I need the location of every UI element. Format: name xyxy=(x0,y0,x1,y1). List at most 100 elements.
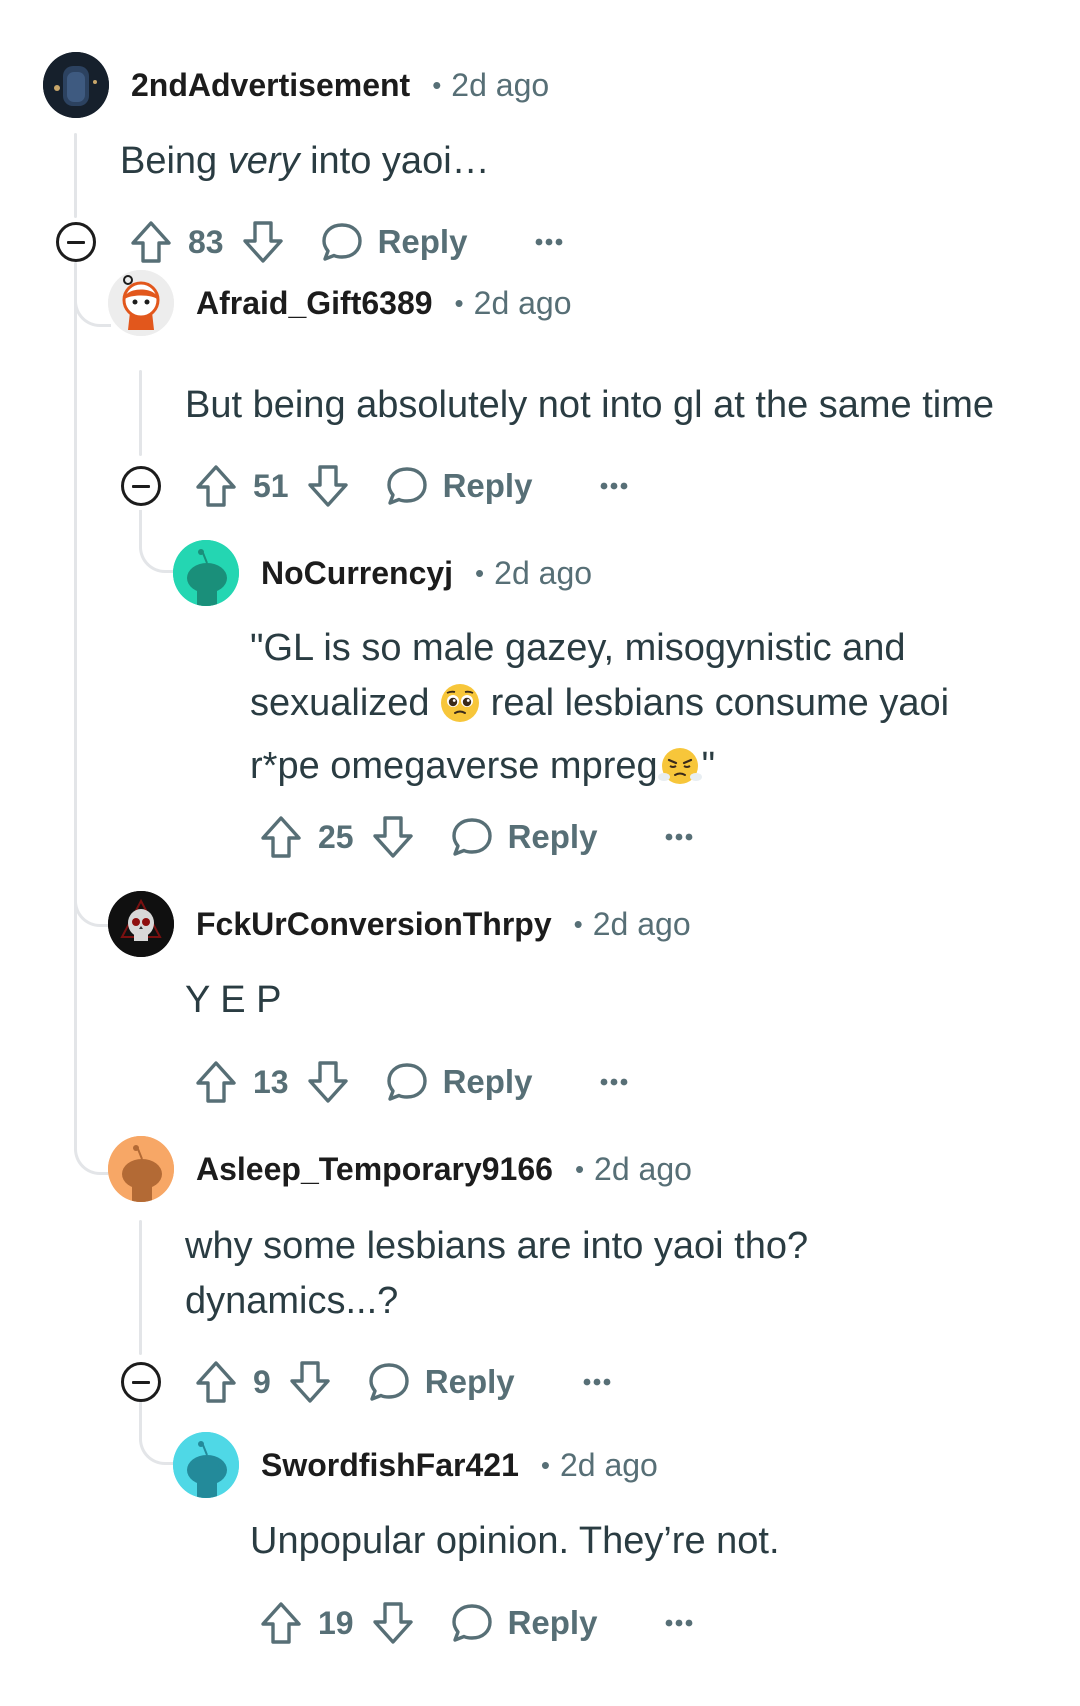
vote-count: 51 xyxy=(253,467,289,504)
reply-button[interactable]: Reply xyxy=(450,1602,597,1644)
comment-body: Y E P xyxy=(185,979,282,1021)
comment-body: why some lesbians are into yaoi tho? dyn… xyxy=(185,1219,808,1329)
comment-actions: 83 Reply xyxy=(130,217,563,267)
comment-age: 2d ago xyxy=(559,1446,658,1483)
upvote-arrow-icon[interactable] xyxy=(195,1360,237,1404)
comment-age: 2d ago xyxy=(451,66,550,103)
meta-separator: • xyxy=(432,69,442,100)
skull-avatar-image xyxy=(108,891,174,957)
comment-actions: 13 Reply xyxy=(195,1057,628,1107)
vote-count: 13 xyxy=(253,1063,289,1100)
comment-actions: 25 Reply xyxy=(260,812,693,862)
avatar-image xyxy=(108,270,174,336)
comment-header: NoCurrencyj • 2d ago xyxy=(173,540,592,606)
vote-count: 83 xyxy=(188,223,224,260)
upvote-arrow-icon[interactable] xyxy=(130,220,172,264)
comment-header: Asleep_Temporary9166 • 2d ago xyxy=(108,1136,692,1202)
comment-actions: 9 Reply xyxy=(195,1357,611,1407)
comment-text: Being xyxy=(120,140,228,182)
avatar[interactable] xyxy=(173,1432,239,1498)
reply-button[interactable]: Reply xyxy=(367,1361,515,1403)
comment-header: Afraid_Gift6389 • 2d ago xyxy=(108,270,572,336)
comment-body: Unpopular opinion. They’re not. xyxy=(250,1520,780,1562)
comment-header: FckUrConversionThrpy • 2d ago xyxy=(108,891,691,957)
thread-line-level2 xyxy=(139,1220,142,1355)
reply-label: Reply xyxy=(442,467,533,504)
pleading-face-emoji xyxy=(440,683,480,739)
avatar[interactable] xyxy=(173,540,239,606)
collapse-minus-icon[interactable] xyxy=(56,222,96,262)
reply-button[interactable]: Reply xyxy=(385,1061,533,1103)
thread-elbow xyxy=(139,510,176,573)
speech-bubble-icon xyxy=(321,223,362,261)
downvote-arrow-icon[interactable] xyxy=(289,1360,331,1404)
meta-separator: • xyxy=(540,1449,550,1480)
speech-bubble-icon xyxy=(386,467,427,505)
avatar[interactable] xyxy=(108,891,174,957)
comment-line: sexualized real lesbians consume yaoi xyxy=(250,676,949,739)
comment-line: why some lesbians are into yaoi tho? xyxy=(185,1225,809,1267)
upvote-arrow-icon[interactable] xyxy=(195,464,237,508)
thread-elbow xyxy=(74,890,111,927)
comment-text-emphasis: very xyxy=(227,140,300,182)
username[interactable]: SwordfishFar421 xyxy=(261,1447,519,1484)
comment-line: dynamics...? xyxy=(185,1280,399,1322)
reply-label: Reply xyxy=(377,223,468,260)
face-with-steam-emoji xyxy=(657,746,702,802)
comment-text: " xyxy=(701,745,716,787)
reply-button[interactable]: Reply xyxy=(385,465,533,507)
comment-text: sexualized xyxy=(250,682,441,724)
comment-age: 2d ago xyxy=(494,554,593,591)
downvote-arrow-icon[interactable] xyxy=(372,1601,414,1645)
reply-button[interactable]: Reply xyxy=(450,816,597,858)
username[interactable]: Afraid_Gift6389 xyxy=(196,285,433,322)
avatar-image xyxy=(43,52,109,118)
upvote-arrow-icon[interactable] xyxy=(260,815,302,859)
reply-button[interactable]: Reply xyxy=(320,221,468,263)
downvote-arrow-icon[interactable] xyxy=(307,464,349,508)
avatar[interactable] xyxy=(108,1136,174,1202)
meta-separator: • xyxy=(475,557,485,588)
avatar[interactable] xyxy=(43,52,109,118)
ellipsis-icon[interactable] xyxy=(600,482,628,490)
comment-body: Being very into yaoi… xyxy=(120,134,490,189)
comment-age: 2d ago xyxy=(594,1150,692,1187)
downvote-arrow-icon[interactable] xyxy=(372,815,414,859)
thread-elbow xyxy=(139,1400,176,1465)
speech-bubble-icon xyxy=(369,1363,409,1401)
upvote-arrow-icon[interactable] xyxy=(260,1601,302,1645)
speech-bubble-icon xyxy=(451,818,492,856)
username[interactable]: FckUrConversionThrpy xyxy=(196,906,552,943)
upvote-arrow-icon[interactable] xyxy=(195,1060,237,1104)
ellipsis-icon[interactable] xyxy=(535,238,563,246)
snoo-avatar-icon xyxy=(173,1432,239,1498)
comment-body: But being absolutely not into gl at the … xyxy=(185,384,995,426)
reply-label: Reply xyxy=(442,1063,533,1100)
collapse-minus-icon[interactable] xyxy=(121,1362,161,1402)
ellipsis-icon[interactable] xyxy=(665,833,693,841)
username[interactable]: NoCurrencyj xyxy=(261,555,453,592)
comment-age: 2d ago xyxy=(592,905,691,942)
snoo-avatar-icon xyxy=(173,540,239,606)
meta-separator: • xyxy=(574,1153,585,1184)
thread-line-level1 xyxy=(74,262,77,1122)
ellipsis-icon[interactable] xyxy=(600,1078,628,1086)
vote-count: 19 xyxy=(318,1604,354,1641)
avatar[interactable] xyxy=(108,270,174,336)
comment-line: "GL is so male gazey, misogynistic and xyxy=(250,627,906,669)
username[interactable]: Asleep_Temporary9166 xyxy=(196,1151,553,1188)
comment-age: 2d ago xyxy=(473,284,572,321)
username[interactable]: 2ndAdvertisement xyxy=(131,67,410,104)
comment-body: "GL is so male gazey, misogynistic and s… xyxy=(250,621,949,802)
thread-elbow xyxy=(74,1116,111,1175)
meta-separator: • xyxy=(573,908,583,939)
thread-line-level1 xyxy=(74,133,77,218)
downvote-arrow-icon[interactable] xyxy=(307,1060,349,1104)
snoo-avatar-icon xyxy=(108,1136,174,1202)
downvote-arrow-icon[interactable] xyxy=(242,220,284,264)
ellipsis-icon[interactable] xyxy=(665,1619,693,1627)
comment-actions: 51 Reply xyxy=(195,461,628,511)
ellipsis-icon[interactable] xyxy=(583,1378,611,1386)
vote-count: 25 xyxy=(318,818,354,855)
collapse-minus-icon[interactable] xyxy=(121,466,161,506)
